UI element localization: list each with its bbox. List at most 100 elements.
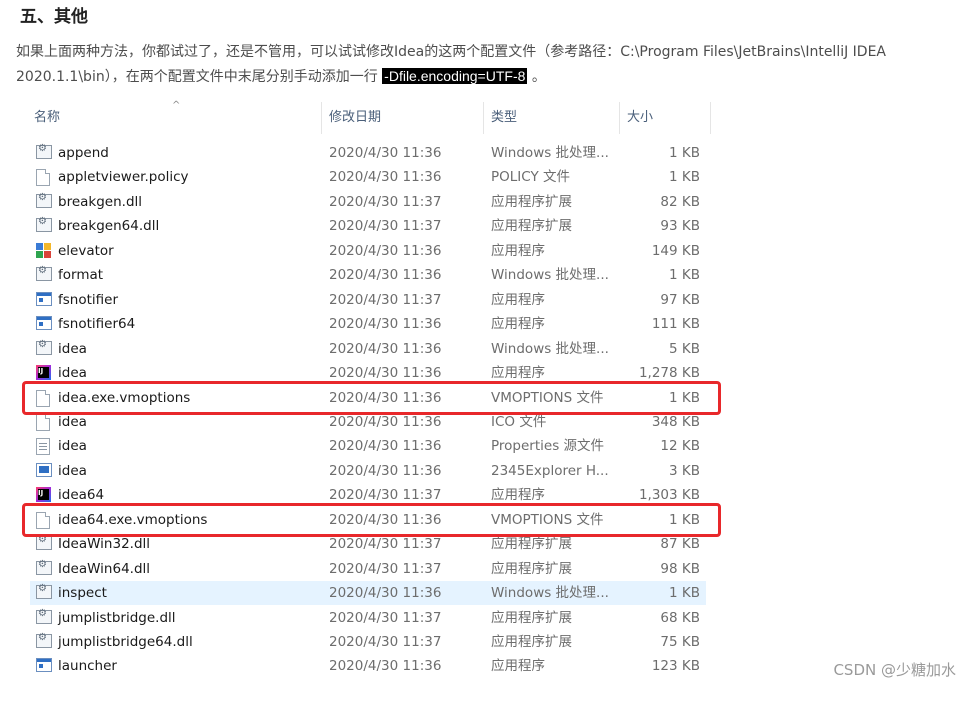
file-size: 68 KB bbox=[660, 609, 700, 626]
file-name: launcher bbox=[58, 658, 117, 675]
file-name: inspect bbox=[58, 585, 107, 602]
file-name: IdeaWin64.dll bbox=[58, 560, 151, 577]
gear-file-icon bbox=[36, 583, 52, 600]
file-name: fsnotifier64 bbox=[58, 316, 136, 333]
file-size: 5 KB bbox=[669, 340, 700, 357]
file-row[interactable]: idea 2020/4/30 11:36 Windows 批处理... 5 KB bbox=[30, 337, 706, 361]
file-name: idea bbox=[58, 340, 87, 357]
file-name: format bbox=[58, 267, 104, 284]
file-size: 82 KB bbox=[660, 193, 700, 210]
file-date: 2020/4/30 11:36 bbox=[329, 145, 442, 161]
file-date: 2020/4/30 11:36 bbox=[329, 169, 442, 186]
file-size: 75 KB bbox=[660, 634, 700, 650]
file-row[interactable]: breakgen.dll 2020/4/30 11:37 应用程序扩展 82 KB bbox=[30, 190, 706, 214]
file-name: idea bbox=[58, 438, 87, 455]
file-name: breakgen.dll bbox=[58, 193, 143, 210]
file-date: 2020/4/30 11:36 bbox=[329, 340, 442, 357]
file-name: jumplistbridge64.dll bbox=[58, 634, 193, 650]
file-row[interactable]: idea 2020/4/30 11:36 2345Explorer H... 3 KB bbox=[30, 459, 706, 483]
blank-file-icon bbox=[36, 413, 50, 431]
file-type: Windows 批处理... bbox=[491, 267, 609, 284]
column-divider[interactable] bbox=[483, 102, 484, 134]
file-type: 应用程序 bbox=[491, 316, 545, 333]
file-row[interactable]: IdeaWin64.dll 2020/4/30 11:37 应用程序扩展 98 KB bbox=[30, 557, 706, 581]
file-type: Windows 批处理... bbox=[491, 340, 609, 357]
gear-file-icon bbox=[36, 265, 52, 282]
file-date: 2020/4/30 11:36 bbox=[329, 658, 442, 675]
browser-file-icon bbox=[36, 462, 52, 477]
file-row[interactable]: append 2020/4/30 11:36 Windows 批处理... 1 KB bbox=[30, 141, 706, 165]
file-size: 1 KB bbox=[669, 169, 700, 186]
gear-file-icon bbox=[36, 534, 52, 551]
article-paragraph: 如果上面两种方法，你都试过了，还是不管用，可以试试修改Idea的这两个配置文件（… bbox=[16, 40, 951, 89]
file-date: 2020/4/30 11:36 bbox=[329, 438, 442, 455]
file-row[interactable]: fsnotifier64 2020/4/30 11:36 应用程序 111 KB bbox=[30, 312, 706, 336]
file-row[interactable]: jumplistbridge.dll 2020/4/30 11:37 应用程序扩展 6… bbox=[30, 606, 706, 630]
properties-file-icon bbox=[36, 438, 50, 456]
file-type: Properties 源文件 bbox=[491, 438, 605, 455]
file-name: appletviewer.policy bbox=[58, 169, 189, 186]
column-divider[interactable] bbox=[321, 102, 322, 134]
file-type: 应用程序 bbox=[491, 658, 545, 675]
paragraph-end: 。 bbox=[531, 69, 546, 85]
paragraph-text-after-path: ），在两个配置文件中末尾分别手动添加一行 bbox=[104, 69, 378, 85]
gear-file-icon bbox=[36, 559, 52, 575]
intellij-idea-icon bbox=[36, 365, 51, 381]
file-size: 1 KB bbox=[669, 585, 700, 602]
column-divider[interactable] bbox=[619, 102, 620, 134]
file-date: 2020/4/30 11:37 bbox=[329, 218, 442, 235]
file-name: breakgen64.dll bbox=[58, 218, 160, 235]
file-date: 2020/4/30 11:36 bbox=[329, 242, 442, 259]
blank-file-icon bbox=[36, 169, 50, 187]
file-date: 2020/4/30 11:37 bbox=[329, 193, 442, 210]
file-date: 2020/4/30 11:37 bbox=[329, 291, 442, 308]
file-type: 应用程序扩展 bbox=[491, 193, 572, 210]
file-row[interactable]: fsnotifier 2020/4/30 11:37 应用程序 97 KB bbox=[30, 288, 706, 312]
file-row[interactable]: breakgen64.dll 2020/4/30 11:37 应用程序扩展 93 KB bbox=[30, 214, 706, 238]
gear-file-icon bbox=[36, 216, 52, 233]
file-row[interactable]: idea 2020/4/30 11:36 Properties 源文件 12 KB bbox=[30, 434, 706, 458]
file-date: 2020/4/30 11:37 bbox=[329, 560, 442, 577]
file-type: 2345Explorer H... bbox=[491, 462, 609, 479]
file-size: 93 KB bbox=[660, 218, 700, 235]
file-row[interactable]: inspect 2020/4/30 11:36 Windows 批处理... 1 KB bbox=[30, 581, 706, 606]
file-size: 149 KB bbox=[651, 242, 700, 259]
file-row[interactable]: appletviewer.policy 2020/4/30 11:36 POLICY… bbox=[30, 165, 706, 189]
file-explorer: ^ 名称 修改日期 类型 大小 append 2020/4/30 11:36 Win… bbox=[22, 100, 722, 690]
column-divider[interactable] bbox=[710, 102, 711, 134]
file-size: 1 KB bbox=[669, 145, 700, 161]
file-name: idea bbox=[58, 462, 87, 479]
file-row[interactable]: elevator 2020/4/30 11:36 应用程序 149 KB bbox=[30, 239, 706, 263]
column-header-size[interactable]: 大小 bbox=[627, 100, 707, 134]
file-type: 应用程序扩展 bbox=[491, 560, 572, 577]
gear-file-icon bbox=[36, 192, 52, 208]
file-type: POLICY 文件 bbox=[491, 169, 570, 186]
file-date: 2020/4/30 11:36 bbox=[329, 267, 442, 284]
file-type: 应用程序扩展 bbox=[491, 218, 572, 235]
app-window-icon bbox=[36, 658, 52, 673]
file-row[interactable]: format 2020/4/30 11:36 Windows 批处理... 1 KB bbox=[30, 263, 706, 287]
gear-file-icon bbox=[36, 608, 52, 624]
paragraph-text-before-path: 如果上面两种方法，你都试过了，还是不管用，可以试试修改Idea的这两个配置文件（… bbox=[16, 44, 621, 60]
file-type: Windows 批处理... bbox=[491, 145, 609, 161]
file-row[interactable]: launcher 2020/4/30 11:36 应用程序 123 KB bbox=[30, 654, 706, 678]
elevator-app-icon bbox=[36, 242, 51, 258]
file-row[interactable]: jumplistbridge64.dll 2020/4/30 11:37 应用程序扩… bbox=[30, 630, 706, 654]
column-header-name[interactable]: 名称 bbox=[34, 100, 319, 134]
file-size: 12 KB bbox=[660, 438, 700, 455]
column-header-date[interactable]: 修改日期 bbox=[329, 100, 479, 134]
file-size: 3 KB bbox=[669, 462, 700, 479]
column-header-type[interactable]: 类型 bbox=[491, 100, 616, 134]
file-size: 123 KB bbox=[651, 658, 700, 675]
article-heading: 五、其他 bbox=[20, 7, 88, 27]
file-date: 2020/4/30 11:36 bbox=[329, 585, 442, 602]
file-type: Windows 批处理... bbox=[491, 585, 609, 602]
app-window-icon bbox=[36, 316, 52, 331]
file-type: 应用程序 bbox=[491, 291, 545, 308]
file-size: 98 KB bbox=[660, 560, 700, 577]
file-name: elevator bbox=[58, 242, 114, 259]
column-header-row: ^ 名称 修改日期 类型 大小 bbox=[22, 100, 722, 134]
intellij-idea-icon bbox=[36, 487, 51, 503]
file-name: jumplistbridge.dll bbox=[58, 609, 176, 626]
highlight-box bbox=[22, 380, 721, 415]
